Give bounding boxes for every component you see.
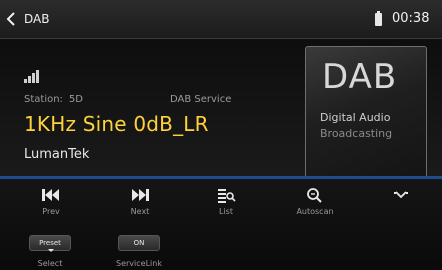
list-search-icon — [218, 189, 236, 203]
select-label: Select — [37, 259, 63, 268]
servicelink-state: ON — [133, 239, 145, 247]
skip-next-icon — [132, 189, 149, 201]
station-title: 1KHz Sine 0dB_LR — [24, 112, 209, 136]
station-value: 5D — [68, 94, 83, 105]
list-label: List — [219, 207, 233, 216]
control-bar: Prev Next List Autoscan Preset Select ON… — [0, 179, 442, 270]
chevron-down-icon — [394, 191, 408, 199]
dab-logo: DAB Digital Audio Broadcasting — [305, 46, 427, 178]
next-button[interactable]: Next — [112, 187, 168, 227]
dab-logo-main: DAB — [322, 57, 398, 97]
preset-value: Preset — [39, 239, 61, 247]
skip-previous-icon — [42, 189, 59, 201]
service-label: DAB Service — [170, 94, 232, 105]
autoscan-label: Autoscan — [296, 207, 334, 216]
servicelink-label: ServiceLink — [116, 259, 162, 268]
ensemble-name: LumanTek — [24, 147, 90, 162]
dab-logo-line1: Digital Audio — [320, 111, 391, 124]
dab-logo-line2: Broadcasting — [320, 127, 393, 140]
list-button[interactable]: List — [198, 187, 254, 227]
station-prefix: Station: — [24, 94, 63, 105]
more-button[interactable] — [373, 187, 429, 227]
preset-select[interactable]: Preset Select — [20, 235, 80, 268]
dropdown-arrow-icon — [48, 249, 54, 252]
clock: 00:38 — [392, 11, 430, 26]
autoscan-button[interactable]: Autoscan — [287, 187, 343, 227]
chevron-left-icon — [6, 12, 15, 26]
screen-title: DAB — [24, 12, 50, 26]
battery-icon — [375, 11, 382, 26]
preset-dropdown[interactable]: Preset — [29, 235, 71, 252]
search-icon — [307, 188, 322, 203]
signal-strength-icon — [24, 69, 44, 83]
servicelink-toggle[interactable]: ON ServiceLink — [109, 235, 169, 268]
prev-button[interactable]: Prev — [23, 187, 79, 227]
prev-label: Prev — [42, 207, 60, 216]
next-label: Next — [130, 207, 150, 216]
servicelink-switch[interactable]: ON — [118, 235, 160, 251]
back-button[interactable]: DAB — [6, 9, 66, 29]
top-bar: DAB 00:38 — [0, 0, 442, 39]
station-info: Station: 5D — [24, 94, 83, 105]
